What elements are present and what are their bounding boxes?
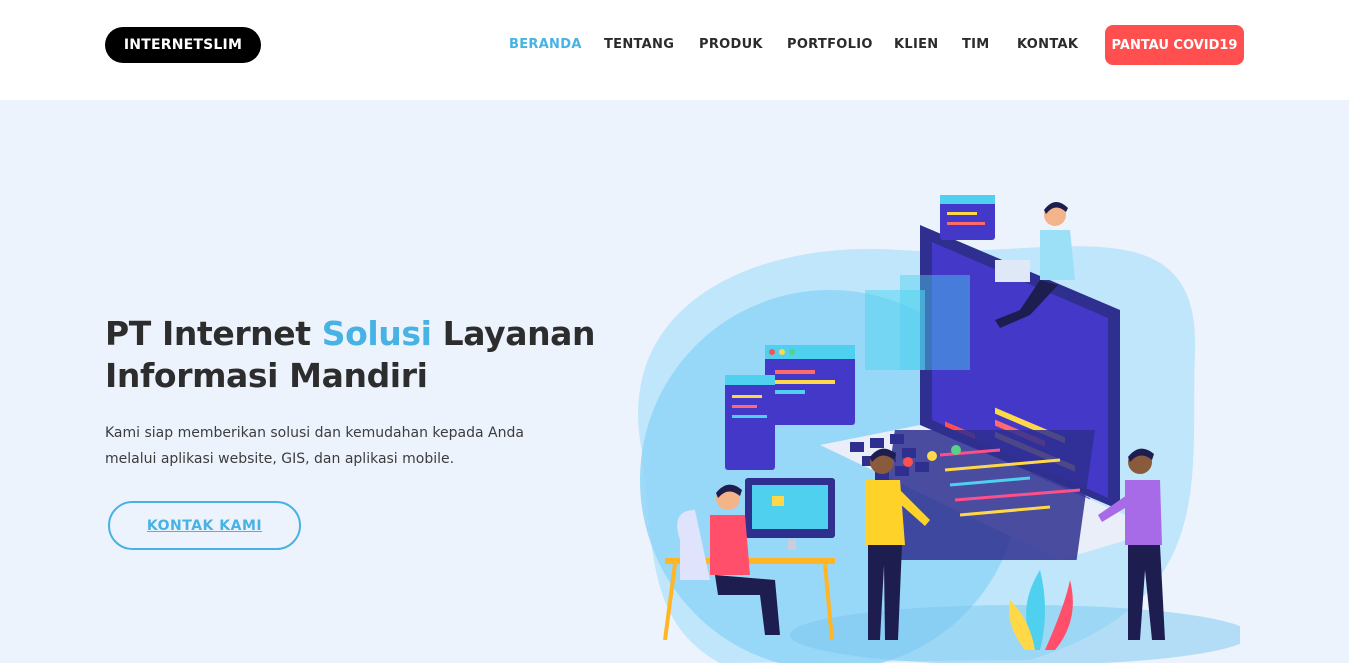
nav-item-klien[interactable]: KLIEN — [894, 37, 938, 52]
hero-title-highlight: Solusi — [321, 314, 432, 353]
hero-title-part1: PT Internet — [105, 314, 322, 353]
kontak-kami-button[interactable]: KONTAK KAMI — [108, 501, 301, 550]
nav-item-produk[interactable]: PRODUK — [699, 37, 763, 52]
hero-illustration — [638, 195, 1240, 663]
nav-item-portfolio[interactable]: PORTFOLIO — [787, 37, 873, 52]
navbar: INTERNETSLIM BERANDA TENTANG PRODUK PORT… — [0, 0, 1349, 100]
nav-item-tim[interactable]: TIM — [962, 37, 990, 52]
hero-title: PT Internet Solusi Layanan Informasi Man… — [105, 313, 625, 397]
hero-description: Kami siap memberikan solusi dan kemudaha… — [105, 425, 524, 467]
hero-section: PT Internet Solusi Layanan Informasi Man… — [0, 100, 1349, 663]
nav-item-beranda[interactable]: BERANDA — [509, 37, 582, 52]
code-window-3 — [940, 195, 995, 240]
logo[interactable]: INTERNETSLIM — [105, 27, 261, 63]
nav-item-kontak[interactable]: KONTAK — [1017, 37, 1078, 52]
nav-item-tentang[interactable]: TENTANG — [604, 37, 674, 52]
code-window-2 — [725, 375, 775, 470]
pantau-covid-button[interactable]: PANTAU COVID19 — [1105, 25, 1244, 65]
code-window-1 — [765, 345, 855, 425]
